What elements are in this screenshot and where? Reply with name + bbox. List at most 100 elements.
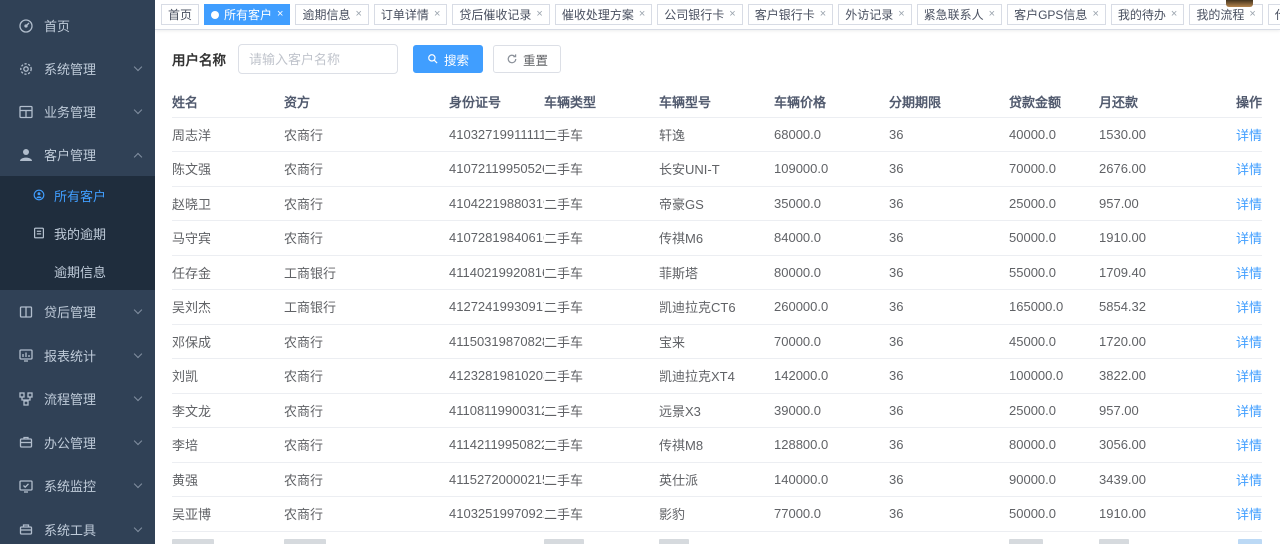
cell-term: 36 (889, 428, 1009, 463)
sidebar-item-customer[interactable]: 客户管理 (0, 133, 155, 176)
tab-label: 外访记录 (845, 6, 893, 23)
sidebar-item-process[interactable]: 流程管理 (0, 377, 155, 421)
sidebar-item-office[interactable]: 办公管理 (0, 421, 155, 465)
detail-link[interactable]: 详情 (1236, 162, 1262, 177)
cell-id-number: 410422198803195415 (449, 186, 544, 221)
detail-link[interactable]: 详情 (1236, 335, 1262, 350)
chevron-down-icon (134, 106, 142, 114)
cell-loan-amount: 50000.0 (1009, 497, 1099, 532)
cell-vehicle-model: 英仕派 (659, 462, 774, 497)
tab[interactable]: 逾期信息× (295, 4, 368, 25)
cell-funder: 工商银行 (284, 255, 449, 290)
tab[interactable]: 首页× (161, 4, 199, 25)
tab[interactable]: 外访记录 × (838, 4, 911, 25)
tab-close-icon[interactable]: × (277, 9, 283, 20)
detail-link[interactable]: 详情 (1236, 197, 1262, 212)
cell-name: 陈文强 (172, 152, 284, 187)
cell-vehicle-price: 35000.0 (774, 186, 889, 221)
cell-term: 36 (889, 462, 1009, 497)
sidebar-item-my-overdue[interactable]: 我的逾期 (0, 214, 155, 252)
detail-link[interactable]: 详情 (1236, 128, 1262, 143)
sidebar-item-postloan[interactable]: 贷后管理 (0, 290, 155, 334)
tab-label: 首页 (168, 6, 192, 23)
column-header: 车辆类型 (544, 87, 659, 117)
user-icon (18, 147, 34, 163)
chevron-down-icon (134, 350, 142, 358)
tab-close-icon[interactable]: × (1171, 9, 1177, 20)
sidebar-item-label: 贷后管理 (44, 302, 135, 321)
cell-name: 邓保成 (172, 324, 284, 359)
detail-link[interactable]: 详情 (1236, 507, 1262, 522)
cell-term: 36 (889, 221, 1009, 256)
sidebar-item-label: 我的逾期 (54, 224, 106, 243)
tab[interactable]: 我的流程× (1189, 4, 1262, 25)
sidebar-item-home[interactable]: 首页 (0, 4, 155, 47)
tab[interactable]: 我的待办× (1111, 4, 1184, 25)
detail-link[interactable]: 详情 (1236, 404, 1262, 419)
sidebar-item-monitor[interactable]: 系统监控 (0, 464, 155, 508)
cell-loan-amount: 55000.0 (1009, 255, 1099, 290)
cell-vehicle-price: 84000.0 (774, 221, 889, 256)
sidebar-item-tools[interactable]: 系统工具 (0, 508, 155, 544)
tab[interactable]: 客户银行卡× (748, 4, 833, 25)
tab[interactable]: 紧急联系人× (917, 4, 1002, 25)
sidebar-item-label: 办公管理 (44, 433, 135, 452)
sidebar-item-overdue-info[interactable]: 逾期信息 (0, 252, 155, 290)
active-dot-icon (211, 11, 219, 19)
sidebar-item-all-customers[interactable]: 所有客户 (0, 176, 155, 214)
detail-link[interactable]: 详情 (1236, 266, 1262, 281)
detail-link[interactable]: 详情 (1236, 300, 1262, 315)
flow-icon (18, 391, 34, 407)
cell-loan-amount: 165000.0 (1009, 290, 1099, 325)
tab-close-icon[interactable]: × (820, 9, 826, 20)
tab[interactable]: 贷后催收记录 × (452, 4, 549, 25)
search-button-label: 搜索 (444, 50, 469, 69)
tab[interactable]: 订单详情× (374, 4, 447, 25)
cell-vehicle-type: 二手车 (544, 255, 659, 290)
tab-close-icon[interactable]: × (1092, 9, 1098, 20)
tab-close-icon[interactable]: × (639, 9, 645, 20)
reset-button[interactable]: 重置 (493, 45, 561, 73)
detail-link[interactable]: 详情 (1236, 438, 1262, 453)
customers-table: 姓名资方身份证号车辆类型车辆型号车辆价格分期期限贷款金额月还款操作 周志洋 农商… (172, 87, 1262, 544)
cell-monthly-payment: 1910.00 (1099, 221, 1152, 256)
cell-vehicle-model: 轩逸 (659, 117, 774, 152)
tab[interactable]: 所有客户× (204, 4, 290, 25)
table-row: 马守宾 农商行 410728198406160571 二手车 传祺M6 8400… (172, 221, 1262, 256)
cell-name: 周志洋 (172, 117, 284, 152)
detail-link[interactable]: 详情 (1236, 369, 1262, 384)
table-row: 陈文强 农商行 410721199505263517 二手车 长安UNI-T 1… (172, 152, 1262, 187)
tab[interactable]: 催收处理方案× (555, 4, 652, 25)
cell-loan-amount: 70000.0 (1009, 152, 1099, 187)
cell-vehicle-model: 凯迪拉克CT6 (659, 290, 774, 325)
tab-close-icon[interactable]: × (729, 9, 735, 20)
sidebar-item-reports[interactable]: 报表统计 (0, 334, 155, 378)
tab-close-icon[interactable]: × (1249, 9, 1255, 20)
sidebar-item-system[interactable]: 系统管理 (0, 47, 155, 90)
cell-loan-amount: 25000.0 (1009, 186, 1099, 221)
tab-close-icon[interactable]: × (355, 9, 361, 20)
cell-id-number: 411402199208167372 (449, 255, 544, 290)
tab[interactable]: 公司银行卡× (657, 4, 742, 25)
tab[interactable]: 代签任务× (1268, 4, 1280, 25)
tab-close-icon[interactable]: × (898, 9, 904, 20)
table-row: 黄强 农商行 41152720000215809X 二手车 英仕派 140000… (172, 462, 1262, 497)
cell-name: 马守宾 (172, 221, 284, 256)
table-row: 吴刘杰 工商银行 412724199309175190 二手车 凯迪拉克CT6 … (172, 290, 1262, 325)
detail-link[interactable]: 详情 (1236, 473, 1262, 488)
cell-monthly-payment: 3056.00 (1099, 428, 1152, 463)
search-input[interactable] (238, 44, 398, 74)
cell-vehicle-price: 128800.0 (774, 428, 889, 463)
dashboard-icon (18, 18, 34, 34)
tab-close-icon[interactable]: × (536, 9, 542, 20)
search-button[interactable]: 搜索 (413, 45, 483, 73)
tab-close-icon[interactable]: × (989, 9, 995, 20)
detail-link[interactable]: 详情 (1236, 231, 1262, 246)
tab-close-icon[interactable]: × (434, 9, 440, 20)
overdue-icon (32, 226, 46, 240)
cell-term: 36 (889, 186, 1009, 221)
tab[interactable]: 客户GPS信息× (1007, 4, 1106, 25)
sidebar-item-business[interactable]: 业务管理 (0, 90, 155, 133)
tab-label: 贷后催收记录 (459, 6, 531, 23)
cell-vehicle-price: 140000.0 (774, 462, 889, 497)
